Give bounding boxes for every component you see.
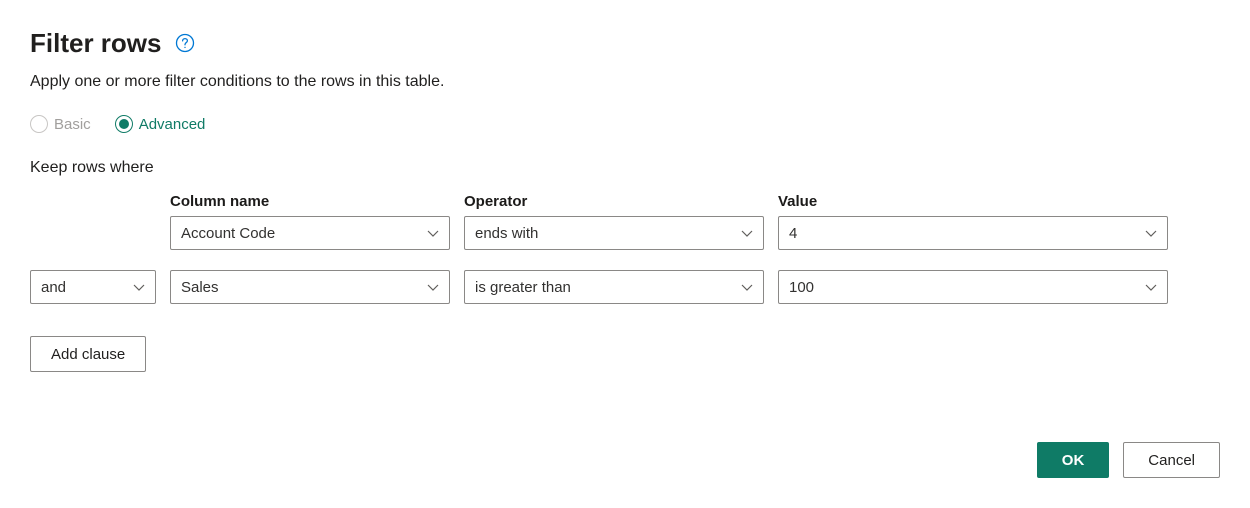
radio-off-icon xyxy=(30,115,48,133)
column-name-header: Column name xyxy=(170,193,450,210)
value-select-value: 100 xyxy=(789,279,814,296)
column-select-row1[interactable]: Account Code xyxy=(170,216,450,250)
operator-select-value: is greater than xyxy=(475,279,571,296)
mode-advanced-label: Advanced xyxy=(139,116,206,133)
column-select-value: Account Code xyxy=(181,225,275,242)
keep-rows-label: Keep rows where xyxy=(30,159,1220,177)
value-select-row2[interactable]: 100 xyxy=(778,270,1168,304)
chevron-down-icon xyxy=(739,225,755,241)
chevron-down-icon xyxy=(1143,279,1159,295)
value-header: Value xyxy=(778,193,1168,210)
operator-select-row2[interactable]: is greater than xyxy=(464,270,764,304)
value-select-value: 4 xyxy=(789,225,797,242)
page-title: Filter rows xyxy=(30,28,161,59)
add-clause-button[interactable]: Add clause xyxy=(30,336,146,372)
mode-basic-label: Basic xyxy=(54,116,91,133)
page-subtitle: Apply one or more filter conditions to t… xyxy=(30,73,1220,91)
column-select-value: Sales xyxy=(181,279,219,296)
conjunction-select-value: and xyxy=(41,279,66,296)
conjunction-select-row2[interactable]: and xyxy=(30,270,156,304)
chevron-down-icon xyxy=(131,279,147,295)
chevron-down-icon xyxy=(739,279,755,295)
mode-basic-radio[interactable]: Basic xyxy=(30,115,91,133)
cancel-button[interactable]: Cancel xyxy=(1123,442,1220,478)
radio-on-icon xyxy=(115,115,133,133)
operator-header: Operator xyxy=(464,193,764,210)
operator-select-row1[interactable]: ends with xyxy=(464,216,764,250)
column-select-row2[interactable]: Sales xyxy=(170,270,450,304)
ok-button[interactable]: OK xyxy=(1037,442,1110,478)
mode-advanced-radio[interactable]: Advanced xyxy=(115,115,206,133)
chevron-down-icon xyxy=(1143,225,1159,241)
chevron-down-icon xyxy=(425,279,441,295)
operator-select-value: ends with xyxy=(475,225,538,242)
help-icon[interactable] xyxy=(175,31,195,56)
value-select-row1[interactable]: 4 xyxy=(778,216,1168,250)
chevron-down-icon xyxy=(425,225,441,241)
